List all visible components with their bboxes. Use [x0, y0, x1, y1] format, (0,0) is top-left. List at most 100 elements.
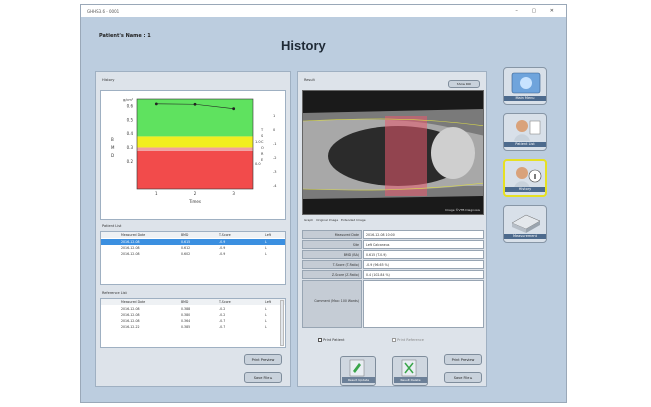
table-cell: 2016-12-08: [121, 240, 140, 244]
right-tick-label: 0: [273, 128, 275, 132]
center-print-preview-button[interactable]: Print Preview: [444, 354, 482, 365]
table-cell: 2016-12-08: [121, 313, 140, 317]
result-info-table: Measured Date 2016-12-08 10:00 Site Left…: [302, 230, 484, 330]
window-title: GHHS3.6 - 0001: [87, 9, 120, 14]
history-chart: 0.6 0.5 0.4 0.3 0.2 g/cm² B M D 1 2 3 Times 1 0 -1 -2 -3 -…: [100, 90, 286, 220]
comment-label: Comment (Max: 100 Words): [302, 280, 362, 328]
table-cell: -0.2: [219, 307, 226, 311]
patient-name: Patient's Name : 1: [99, 33, 151, 39]
data-point: [232, 107, 236, 111]
table-cell: 0.602: [181, 252, 191, 256]
history-label: History: [102, 78, 115, 82]
y-axis-letter: B: [111, 137, 114, 142]
right-axis-letter: E: [261, 158, 263, 162]
table-cell: -0.7: [219, 325, 226, 329]
table-cell: 2016-12-08: [121, 252, 140, 256]
y-unit-label: g/cm²: [123, 98, 134, 102]
result-delete-icon: [401, 359, 417, 377]
tab-graph[interactable]: Graph: [304, 218, 313, 222]
table-cell: L: [265, 313, 267, 317]
image-tabs[interactable]: Graph Original Image Extended Image: [304, 218, 366, 222]
patient-list-label: Patient List: [102, 224, 122, 228]
main-menu-button[interactable]: Main Menu: [503, 67, 547, 105]
app-window: GHHS3.6 - 0001 – ▢ ✕ Patient's Name : 1 …: [80, 4, 567, 403]
y-tick-label: 0.4: [127, 131, 134, 136]
result-update-button[interactable]: Result Update: [340, 356, 376, 386]
reference-list-label: Reference List: [102, 291, 127, 295]
doctor-icon: [514, 120, 541, 141]
print-preview-button[interactable]: Print Preview: [244, 354, 282, 365]
right-tick-label: -2: [273, 156, 277, 160]
page-title: History: [281, 38, 326, 53]
table-cell: 0.388: [181, 307, 191, 311]
x-axis-label: Times: [188, 199, 201, 204]
image-caption: Image ©VTB Diagnosis: [445, 208, 480, 212]
save-file-button[interactable]: Save File ▸: [244, 372, 282, 383]
bone-image-svg: [303, 91, 483, 214]
table-cell: 2016-12-08: [121, 319, 140, 323]
x-tick-label: 1: [155, 191, 158, 196]
table-cell: L: [265, 240, 267, 244]
result-label: Result: [304, 78, 315, 82]
right-mid-label: 1.0: [255, 140, 261, 144]
result-panel: Result Show ROI Image ©VTB Diagnosis Gra…: [297, 71, 487, 387]
table-cell: -0.2: [219, 313, 226, 317]
table-cell: -0.9: [219, 246, 226, 250]
table-cell: -0.7: [219, 319, 226, 323]
y-tick-label: 0.6: [127, 103, 134, 108]
table-cell: 0.380: [181, 313, 191, 317]
show-roi-button[interactable]: Show ROI: [448, 80, 480, 88]
chart-band: [137, 136, 253, 148]
table-cell: -0.9: [219, 252, 226, 256]
title-bar: GHHS3.6 - 0001 – ▢ ✕: [81, 5, 566, 17]
table-cell: L: [265, 246, 267, 250]
table-cell: -0.9: [219, 240, 226, 244]
table-cell: 0.612: [181, 246, 191, 250]
history-chart-svg: 0.6 0.5 0.4 0.3 0.2 g/cm² BMD 1 2 3 Times 1 0 -1 -2 -3 -…: [111, 98, 277, 204]
measurement-button[interactable]: Measurement: [503, 205, 547, 243]
result-delete-button[interactable]: Result Delete: [392, 356, 428, 386]
tab-extended-image[interactable]: Extended Image: [341, 218, 366, 222]
x-tick-label: 3: [232, 191, 235, 196]
right-tick-label: -4: [273, 184, 277, 188]
table-cell: 2016-12-08: [121, 246, 140, 250]
table-cell: 2016-12-22: [121, 325, 140, 329]
right-mid-label: 0.0: [255, 162, 261, 166]
print-reference-checkbox[interactable]: Print Reference: [392, 338, 424, 342]
right-tick-label: -1: [273, 142, 277, 146]
bone-image: Image ©VTB Diagnosis: [302, 90, 484, 215]
table-cell: 0.615: [181, 240, 191, 244]
device-icon: [511, 214, 541, 233]
scrollbar[interactable]: [280, 300, 284, 346]
table-header: Measured Date BMD T-Score Left: [101, 232, 285, 238]
table-row[interactable]: 2016-12-08 0.602 -0.9 L: [101, 251, 285, 257]
table-cell: 0.364: [181, 319, 191, 323]
data-point: [154, 102, 158, 106]
table-cell: 0.385: [181, 325, 191, 329]
table-row[interactable]: 2016-12-22 0.385 -0.7 L: [101, 324, 285, 330]
patient-list-table[interactable]: Measured Date BMD T-Score Left 2016-12-0…: [100, 231, 286, 285]
table-cell: 2016-12-08: [121, 307, 140, 311]
result-update-icon: [349, 359, 365, 377]
tab-original-image[interactable]: Original Image: [316, 218, 338, 222]
right-axis-letter: R: [261, 152, 264, 156]
y-axis-letter: M: [111, 145, 115, 150]
right-tick-label: 1: [273, 114, 275, 118]
x-tick-label: 2: [194, 191, 197, 196]
table-header: Measured Date BMD T-Score Left: [101, 299, 285, 305]
y-tick-label: 0.3: [127, 145, 134, 150]
table-cell: L: [265, 307, 267, 311]
chart-band: [137, 150, 253, 189]
comment-field[interactable]: [363, 280, 484, 328]
history-button[interactable]: History: [503, 159, 547, 197]
right-axis-letter: S: [261, 134, 264, 138]
center-save-file-button[interactable]: Save File ▸: [444, 372, 482, 383]
y-axis-letter: D: [111, 153, 114, 158]
patient-list-button[interactable]: Patient List: [503, 113, 547, 151]
print-patient-checkbox[interactable]: Print Patient: [318, 338, 344, 342]
chart-band: [137, 147, 253, 151]
y-tick-label: 0.5: [127, 117, 134, 122]
window-controls[interactable]: – ▢ ✕: [515, 8, 560, 14]
reference-list-table[interactable]: Measured Date BMD T-Score Left 2016-12-0…: [100, 298, 286, 348]
table-cell: L: [265, 325, 267, 329]
